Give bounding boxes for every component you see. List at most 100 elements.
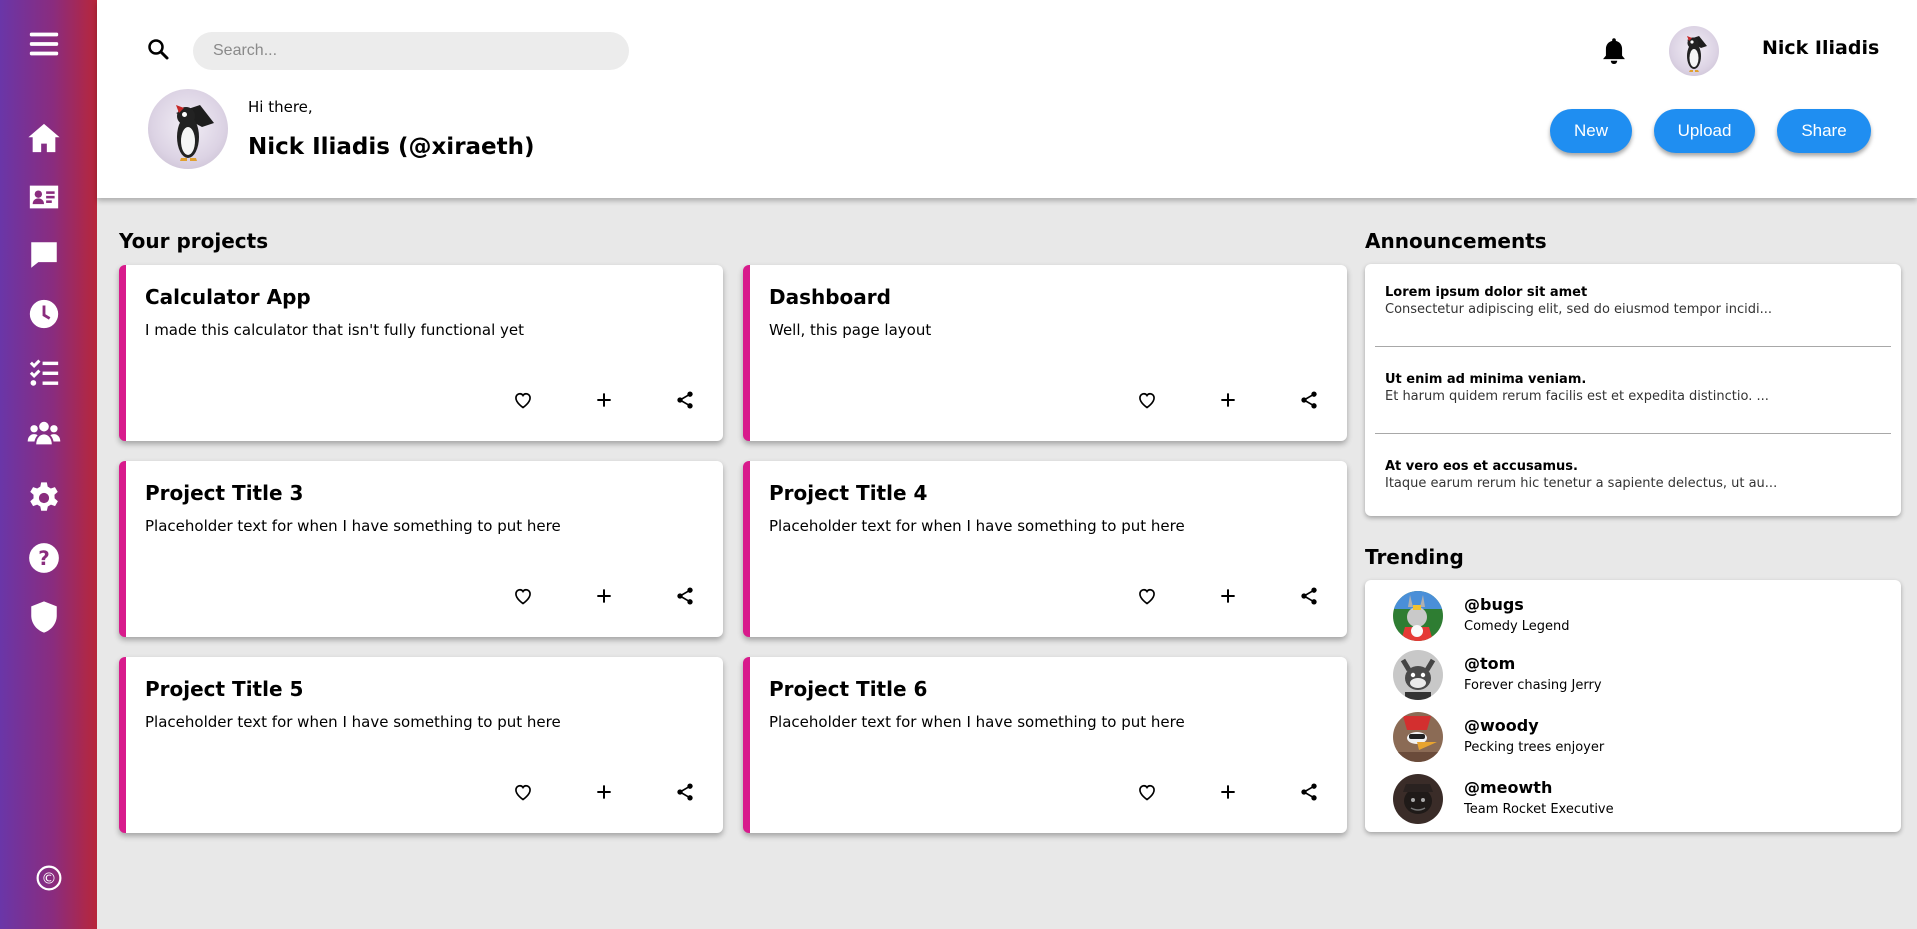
search-icon[interactable] (146, 37, 170, 61)
sidebar: ? © (0, 0, 97, 929)
trending-handle: @tom (1464, 654, 1516, 673)
trending-heading: Trending (1365, 545, 1464, 569)
plus-icon[interactable] (1216, 388, 1240, 412)
heart-icon[interactable] (1135, 584, 1159, 608)
header (97, 0, 1917, 198)
trending-desc: Pecking trees enjoyer (1464, 740, 1605, 755)
trending-desc: Forever chasing Jerry (1464, 678, 1602, 693)
search-input[interactable] (193, 32, 629, 70)
announcement-text: Et harum quidem rerum facilis est et exp… (1385, 389, 1769, 404)
svg-text:©: © (41, 869, 56, 887)
project-description: Placeholder text for when I have somethi… (145, 713, 561, 731)
share-icon[interactable] (1297, 584, 1321, 608)
plus-icon[interactable] (592, 388, 616, 412)
heart-icon[interactable] (511, 388, 535, 412)
users-icon[interactable] (26, 415, 62, 451)
trending-user[interactable]: @bugs Comedy Legend (1393, 591, 1873, 645)
heart-icon[interactable] (511, 584, 535, 608)
share-icon[interactable] (1297, 780, 1321, 804)
svg-text:?: ? (38, 547, 50, 570)
project-description: Well, this page layout (769, 321, 932, 339)
home-icon[interactable] (26, 120, 62, 156)
trending-user[interactable]: @meowth Team Rocket Executive (1393, 774, 1873, 828)
upload-button[interactable]: Upload (1654, 109, 1755, 153)
announcement-item[interactable]: At vero eos et accusamus. Itaque earum r… (1385, 459, 1885, 491)
project-card[interactable]: Project Title 3 Placeholder text for when… (119, 461, 723, 637)
project-description: I made this calculator that isn't fully … (145, 321, 525, 339)
project-card[interactable]: Dashboard Well, this page layout (743, 265, 1347, 441)
avatar (1393, 650, 1443, 700)
avatar (1393, 591, 1443, 641)
projects-heading: Your projects (119, 229, 269, 253)
new-button[interactable]: New (1550, 109, 1632, 153)
announcement-text: Consectetur adipiscing elit, sed do eius… (1385, 302, 1772, 317)
clock-icon[interactable] (26, 296, 62, 332)
project-title: Project Title 6 (769, 677, 928, 701)
project-description: Placeholder text for when I have somethi… (145, 517, 561, 535)
project-title: Calculator App (145, 285, 311, 309)
greeting: Hi there, (248, 98, 313, 116)
woody-avatar-image (1393, 712, 1443, 762)
penguin-avatar-image (1687, 36, 1707, 72)
chat-icon[interactable] (26, 237, 62, 273)
avatar (1393, 774, 1443, 824)
tasks-icon[interactable] (26, 355, 62, 391)
share-icon[interactable] (1297, 388, 1321, 412)
gear-icon[interactable] (26, 480, 62, 516)
divider (1375, 346, 1891, 347)
project-title: Project Title 4 (769, 481, 928, 505)
share-icon[interactable] (673, 584, 697, 608)
avatar (1393, 712, 1443, 762)
project-description: Placeholder text for when I have somethi… (769, 713, 1185, 731)
penguin-avatar-image (176, 105, 214, 161)
plus-icon[interactable] (592, 780, 616, 804)
project-description: Placeholder text for when I have somethi… (769, 517, 1185, 535)
trending-user[interactable]: @tom Forever chasing Jerry (1393, 650, 1873, 704)
trending-panel: @bugs Comedy Legend @tom Forever chasing… (1365, 580, 1901, 832)
meowth-avatar-image (1393, 774, 1443, 824)
plus-icon[interactable] (1216, 584, 1240, 608)
share-icon[interactable] (673, 388, 697, 412)
heart-icon[interactable] (511, 780, 535, 804)
plus-icon[interactable] (1216, 780, 1240, 804)
announcement-title: Lorem ipsum dolor sit amet (1385, 285, 1588, 300)
trending-handle: @bugs (1464, 595, 1524, 614)
trending-handle: @woody (1464, 716, 1539, 735)
heart-icon[interactable] (1135, 388, 1159, 412)
user-name[interactable]: Nick Iliadis (1762, 37, 1879, 59)
copyright-icon: © (36, 865, 62, 891)
plus-icon[interactable] (592, 584, 616, 608)
project-title: Project Title 3 (145, 481, 304, 505)
bell-icon[interactable] (1600, 36, 1628, 66)
announcements-heading: Announcements (1365, 229, 1547, 253)
announcement-title: Ut enim ad minima veniam. (1385, 372, 1587, 387)
announcement-text: Itaque earum rerum hic tenetur a sapient… (1385, 476, 1778, 491)
announcement-item[interactable]: Ut enim ad minima veniam. Et harum quide… (1385, 372, 1885, 404)
trending-user[interactable]: @woody Pecking trees enjoyer (1393, 712, 1873, 766)
project-card[interactable]: Calculator App I made this calculator tha… (119, 265, 723, 441)
project-title: Dashboard (769, 285, 891, 309)
trending-desc: Comedy Legend (1464, 619, 1570, 634)
page-title: Nick Iliadis (@xiraeth) (248, 134, 535, 160)
project-card[interactable]: Project Title 6 Placeholder text for when… (743, 657, 1347, 833)
trending-desc: Team Rocket Executive (1464, 802, 1614, 817)
shield-icon[interactable] (26, 599, 62, 635)
id-card-icon[interactable] (26, 179, 62, 215)
project-title: Project Title 5 (145, 677, 304, 701)
heart-icon[interactable] (1135, 780, 1159, 804)
tom-avatar-image (1393, 650, 1443, 700)
help-icon[interactable]: ? (26, 540, 62, 576)
announcements-panel: Lorem ipsum dolor sit amet Consectetur a… (1365, 264, 1901, 516)
project-card[interactable]: Project Title 4 Placeholder text for when… (743, 461, 1347, 637)
trending-handle: @meowth (1464, 778, 1553, 797)
share-button[interactable]: Share (1777, 109, 1871, 153)
profile-avatar (148, 89, 228, 169)
divider (1375, 433, 1891, 434)
project-card[interactable]: Project Title 5 Placeholder text for when… (119, 657, 723, 833)
share-icon[interactable] (673, 780, 697, 804)
avatar[interactable] (1669, 26, 1719, 76)
announcement-title: At vero eos et accusamus. (1385, 459, 1578, 474)
bugs-avatar-image (1393, 591, 1443, 641)
announcement-item[interactable]: Lorem ipsum dolor sit amet Consectetur a… (1385, 285, 1885, 317)
menu-icon[interactable] (26, 26, 62, 62)
